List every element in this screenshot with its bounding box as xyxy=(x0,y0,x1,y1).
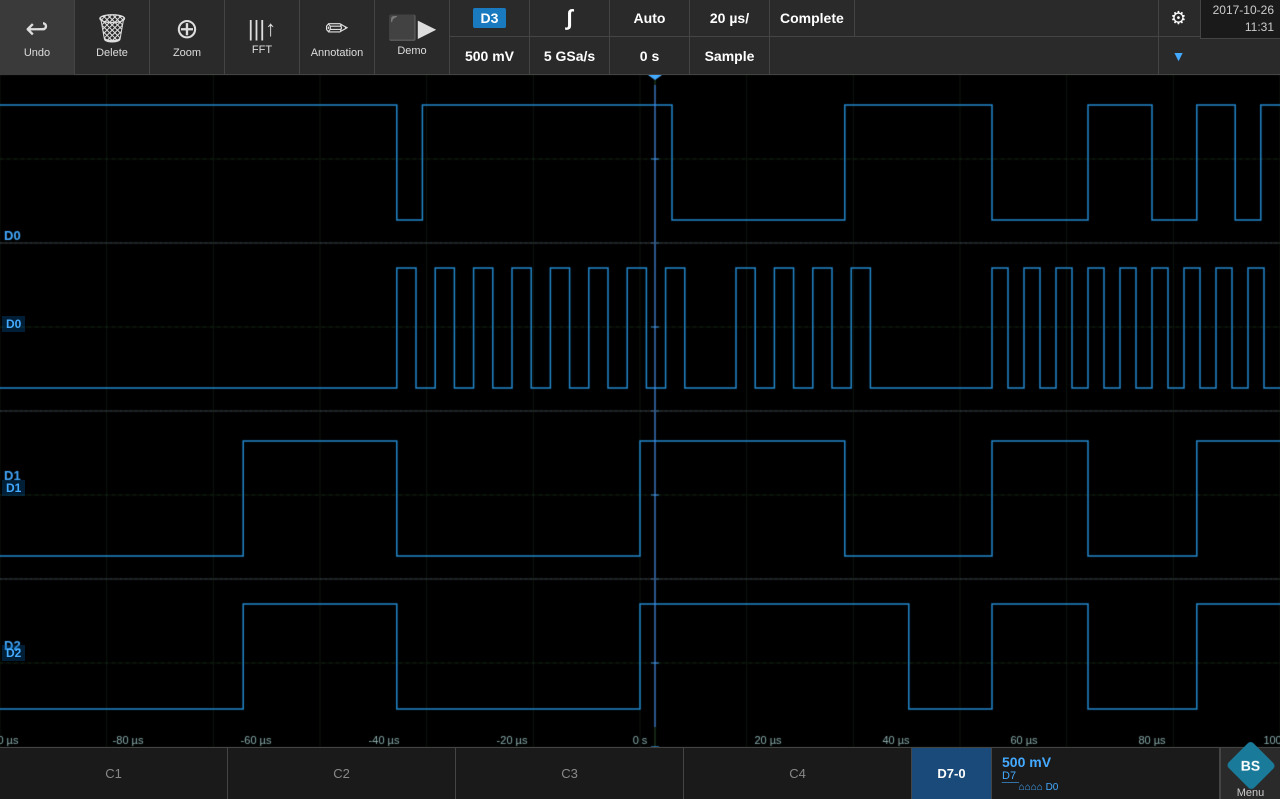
waveform-canvas xyxy=(0,75,1280,747)
channel-badge: D3 xyxy=(473,8,507,28)
c4-tab[interactable]: C4 xyxy=(684,748,912,799)
demo-icon: ⬛▶ xyxy=(388,17,436,41)
d7-0-tab[interactable]: D7-0 xyxy=(912,748,992,799)
acq-mode-cell[interactable]: Sample xyxy=(690,37,770,75)
undo-icon: ↩ xyxy=(25,15,48,43)
undo-button[interactable]: ↩ Undo xyxy=(0,0,75,75)
fft-icon: |||↑ xyxy=(248,18,276,40)
undo-label: Undo xyxy=(24,47,50,59)
offset-cell[interactable]: 0 s xyxy=(610,37,690,75)
voltage: 500 mV xyxy=(465,48,514,64)
trigger-down-icon: ▼ xyxy=(1172,48,1186,64)
gear-icon: ⚙ xyxy=(1170,8,1186,29)
fft-label: FFT xyxy=(252,44,272,56)
settings-button[interactable]: ⚙ xyxy=(1158,0,1198,37)
channel-d2-label: D2 xyxy=(2,645,25,661)
toolbar: ↩ Undo 🗑 Delete ⊕ Zoom |||↑ FFT ✏ Annota… xyxy=(0,0,1280,75)
status-bar: C1 C2 C3 C4 D7-0 500 mV D7 ‾‾‾‾‾⌂⌂⌂⌂ D0 … xyxy=(0,747,1280,799)
zoom-label: Zoom xyxy=(173,47,201,59)
d7-pattern: ‾‾‾‾‾⌂⌂⌂⌂ D0 xyxy=(1002,782,1209,793)
d7-desc: D7 xyxy=(1002,770,1209,782)
c4-label: C4 xyxy=(789,766,806,781)
trigger-mode-cell[interactable]: Auto xyxy=(610,0,690,36)
delete-icon: 🗑 xyxy=(94,15,130,43)
fft-button[interactable]: |||↑ FFT xyxy=(225,0,300,75)
menu-button[interactable]: BS Menu xyxy=(1220,748,1280,799)
channel-d0-label: D0 xyxy=(2,316,25,332)
acq-status: Complete xyxy=(780,10,844,26)
samplerate: 5 GSa/s xyxy=(544,48,595,64)
bs-logo: BS xyxy=(1225,740,1275,790)
c2-tab[interactable]: C2 xyxy=(228,748,456,799)
integral-icon: ∫ xyxy=(566,5,572,31)
channel-badge-cell[interactable]: D3 xyxy=(450,0,530,36)
date: 2017-10-26 xyxy=(1213,3,1274,17)
d7-0-label: D7-0 xyxy=(937,766,965,781)
demo-label: Demo xyxy=(397,45,426,57)
voltage-info: 500 mV D7 ‾‾‾‾‾⌂⌂⌂⌂ D0 xyxy=(992,748,1220,799)
annotation-button[interactable]: ✏ Annotation xyxy=(300,0,375,75)
waveform-display: D0 D1 D2 D3 xyxy=(0,75,1280,747)
annotation-label: Annotation xyxy=(311,47,364,59)
status-cell: Complete xyxy=(770,0,855,36)
c3-label: C3 xyxy=(561,766,578,781)
voltage-value: 500 mV xyxy=(1002,754,1209,770)
annotation-icon: ✏ xyxy=(325,15,348,43)
trigger-mode: Auto xyxy=(634,10,666,26)
acq-mode: Sample xyxy=(705,48,755,64)
voltage-cell[interactable]: 500 mV xyxy=(450,37,530,75)
trigger-arrow-button[interactable]: ▼ xyxy=(1158,37,1198,75)
samplerate-cell[interactable]: 5 GSa/s xyxy=(530,37,610,75)
c1-label: C1 xyxy=(105,766,122,781)
c3-tab[interactable]: C3 xyxy=(456,748,684,799)
offset: 0 s xyxy=(640,48,659,64)
timebase: 20 µs/ xyxy=(710,10,749,26)
delete-label: Delete xyxy=(96,47,128,59)
zoom-icon: ⊕ xyxy=(175,15,198,43)
c2-label: C2 xyxy=(333,766,350,781)
delete-button[interactable]: 🗑 Delete xyxy=(75,0,150,75)
integral-cell[interactable]: ∫ xyxy=(530,0,610,36)
demo-button[interactable]: ⬛▶ Demo xyxy=(375,0,450,75)
zoom-button[interactable]: ⊕ Zoom xyxy=(150,0,225,75)
time: 11:31 xyxy=(1245,20,1274,34)
timebase-cell[interactable]: 20 µs/ xyxy=(690,0,770,36)
datetime-display: 2017-10-26 11:31 xyxy=(1200,0,1280,39)
channel-d1-label: D1 xyxy=(2,480,25,496)
channel-controls: D3 ∫ Auto 20 µs/ Complete 500 mV 5 GSa/s xyxy=(450,0,1280,75)
c1-tab[interactable]: C1 xyxy=(0,748,228,799)
